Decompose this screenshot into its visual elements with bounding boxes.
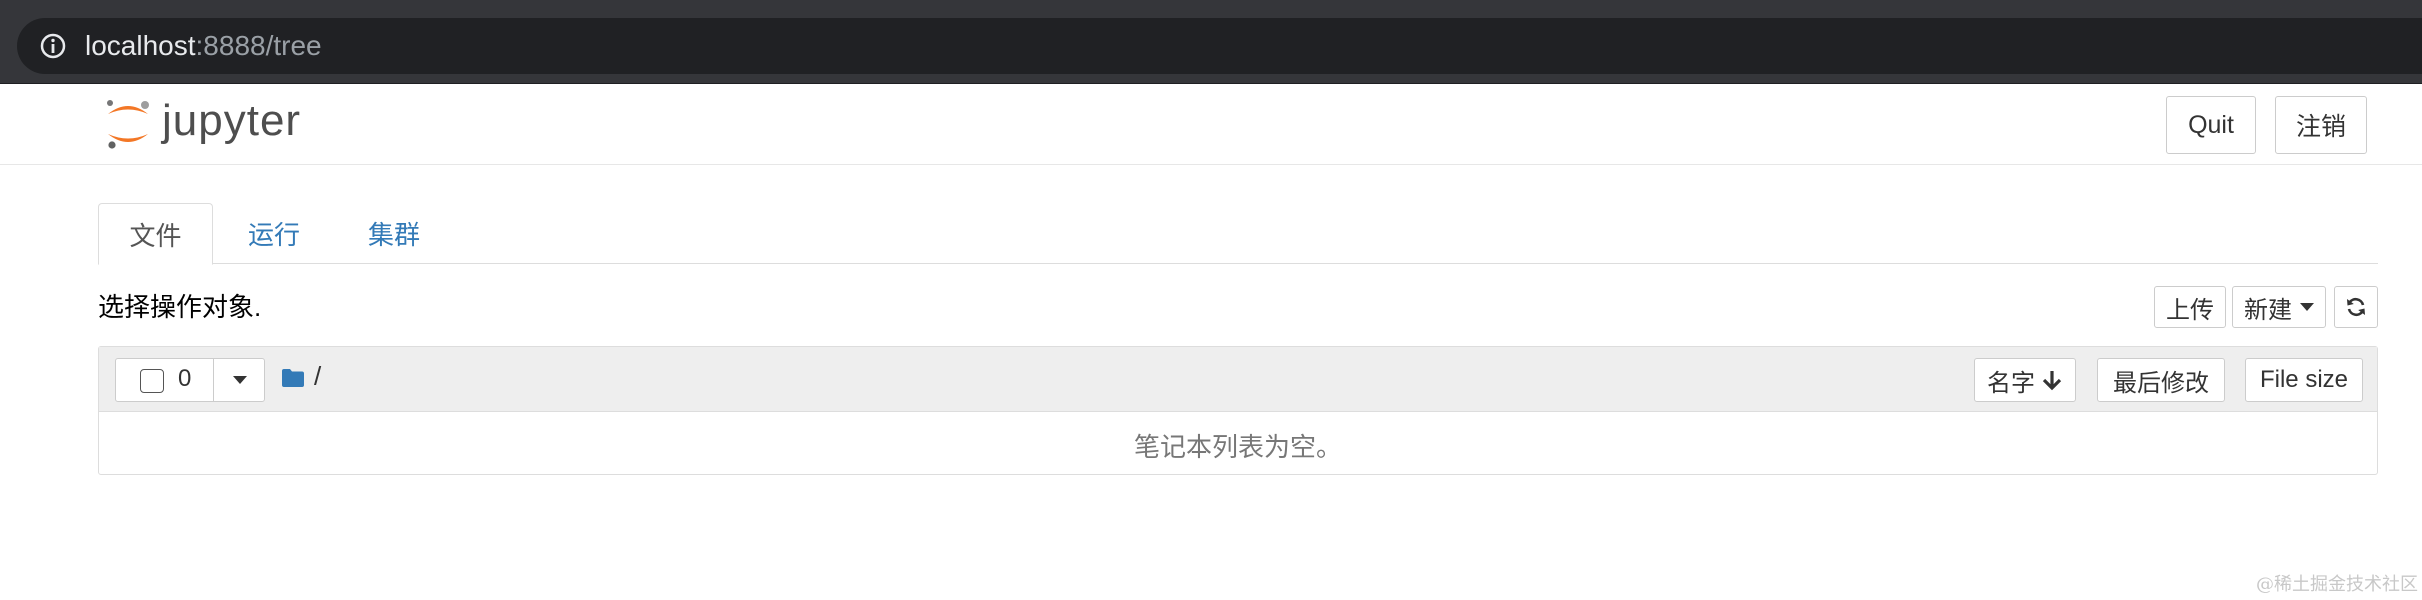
refresh-icon [2347,297,2365,317]
quit-button[interactable]: Quit [2166,96,2256,154]
arrow-down-icon [2042,371,2062,391]
notebook-list: 0 / 名字 最后修改 File size 笔记本列表为空。 [98,346,2378,475]
select-all-group: 0 [115,358,265,402]
jupyter-wordmark: jupyter [162,96,302,145]
sort-by-name-button[interactable]: 名字 [1974,358,2076,402]
address-bar[interactable]: localhost:8888/tree [17,18,2422,74]
info-icon[interactable] [39,32,67,60]
tab-running[interactable]: 运行 [234,203,314,264]
dashboard-tabs: 文件 运行 集群 [98,203,2378,265]
tab-files[interactable]: 文件 [98,203,213,265]
select-message: 选择操作对象. [98,292,262,322]
upload-button[interactable]: 上传 [2154,286,2226,328]
new-button-label: 新建 [2244,296,2292,324]
select-all-button[interactable]: 0 [116,359,214,401]
sort-name-label: 名字 [1987,369,2035,397]
watermark: @稀土掘金技术社区 [2256,574,2418,595]
url-host: localhost [85,30,196,61]
folder-icon[interactable] [281,368,305,388]
breadcrumb-root[interactable]: / [314,361,321,392]
browser-toolbar: localhost:8888/tree [0,0,2422,84]
tab-clusters[interactable]: 集群 [354,203,434,264]
jupyter-header: jupyter Quit 注销 [0,84,2422,165]
jupyter-logo-icon [107,100,149,149]
url-path: :8888/tree [195,30,322,61]
chevron-down-icon [2300,303,2314,311]
logout-button[interactable]: 注销 [2275,96,2367,154]
jupyter-logo[interactable]: jupyter [102,94,322,154]
notebook-list-header: 0 / 名字 最后修改 File size [99,347,2377,412]
sort-by-size-button[interactable]: File size [2245,358,2363,402]
chevron-down-icon [232,376,247,384]
sort-by-modified-button[interactable]: 最后修改 [2097,358,2225,402]
select-all-checkbox[interactable] [140,369,164,393]
empty-list-message: 笔记本列表为空。 [1133,432,1342,462]
selected-count: 0 [178,365,192,392]
select-dropdown-button[interactable] [215,359,264,401]
new-dropdown-button[interactable]: 新建 [2232,286,2326,328]
url-text[interactable]: localhost:8888/tree [85,30,322,62]
refresh-button[interactable] [2334,286,2378,328]
